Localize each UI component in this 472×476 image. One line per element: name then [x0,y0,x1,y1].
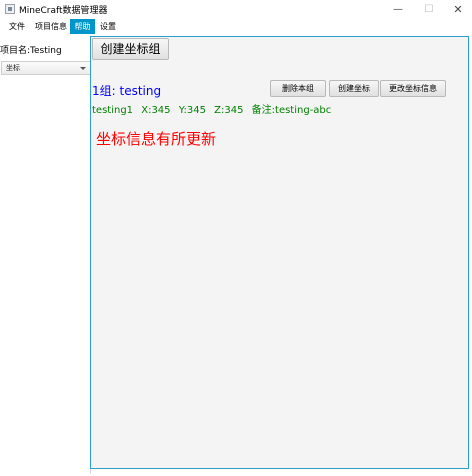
create-group-button[interactable]: 创建坐标组 [92,38,169,60]
sidebar-list [0,76,91,474]
close-button[interactable]: ✕ [443,0,472,19]
app-icon [5,4,15,14]
status-message: 坐标信息有所更新 [96,130,217,148]
menu-project-info[interactable]: 项目信息 [33,19,69,34]
coordinate-y: Y:345 [178,105,206,116]
menu-bar: 文件 项目信息 帮助 设置 [0,19,472,34]
coordinate-x: X:345 [141,105,171,116]
coordinate-z: Z:345 [214,105,244,116]
menu-settings[interactable]: 设置 [97,19,119,34]
menu-file[interactable]: 文件 [5,19,29,34]
group-title: 1组: testing [92,84,162,98]
create-coordinate-button[interactable]: 创建坐标 [329,80,379,97]
menu-help[interactable]: 帮助 [70,19,95,34]
project-name-label: 项目名:Testing [0,46,62,56]
delete-group-button[interactable]: 删除本组 [270,80,326,97]
minimize-button[interactable]: — [383,0,413,19]
edit-coordinate-button[interactable]: 更改坐标信息 [380,80,446,97]
coordinate-row: testing1 X:345 Y:345 Z:345 备注:testing-ab… [92,101,336,116]
app-window: MineCraft数据管理器 — ☐ ✕ 文件 项目信息 帮助 设置 项目名:T… [0,0,472,476]
coordinate-note: 备注:testing-abc [251,105,332,116]
coordinate-name: testing1 [92,105,134,116]
category-select[interactable]: 坐标 [1,61,91,75]
chevron-down-icon [80,67,86,70]
category-select-value: 坐标 [6,64,20,72]
maximize-button[interactable]: ☐ [414,0,444,19]
window-title: MineCraft数据管理器 [19,6,108,16]
title-bar[interactable]: MineCraft数据管理器 — ☐ ✕ [0,0,472,19]
